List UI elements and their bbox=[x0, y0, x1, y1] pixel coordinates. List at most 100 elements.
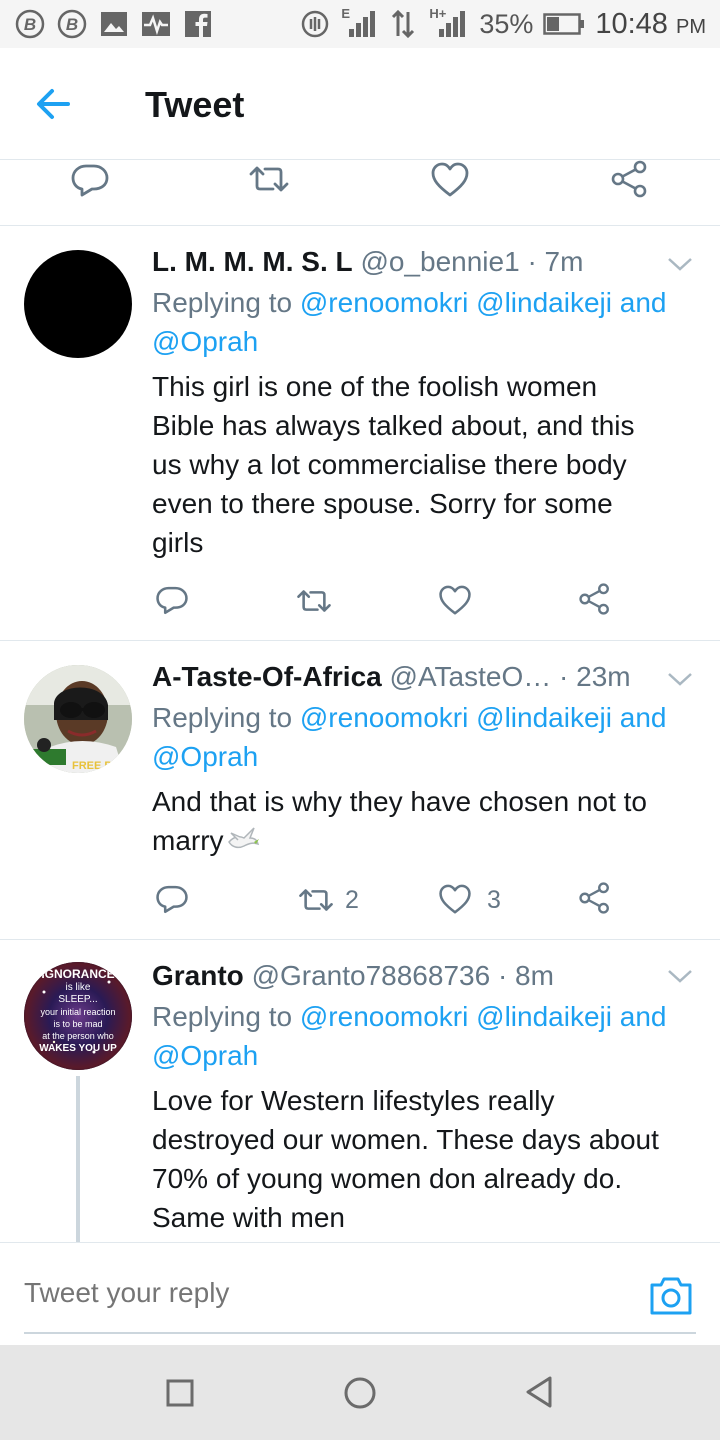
clock-time: 10:48 bbox=[595, 7, 668, 40]
back-triangle-icon[interactable] bbox=[524, 1375, 554, 1414]
user-name[interactable]: Granto bbox=[152, 960, 244, 991]
facebook-icon bbox=[182, 8, 214, 40]
avatar-text-line: your initial reaction bbox=[40, 1007, 115, 1017]
mention-link[interactable]: @lindaikeji bbox=[476, 702, 612, 733]
b-icon: B bbox=[56, 8, 88, 40]
reply-icon[interactable] bbox=[155, 584, 189, 621]
tweet-text: And that is why they have chosen not to … bbox=[152, 782, 702, 862]
like-count: 3 bbox=[487, 886, 501, 914]
and-others-link[interactable]: and bbox=[612, 702, 667, 733]
pulse-icon bbox=[140, 8, 172, 40]
avatar-badge-text: FREE BI bbox=[72, 760, 115, 772]
signal-icon: E bbox=[341, 6, 377, 40]
and-others-link[interactable]: and bbox=[612, 287, 667, 318]
mention-link[interactable]: @renoomokri bbox=[300, 287, 468, 318]
mention-link[interactable]: @lindaikeji bbox=[476, 1001, 612, 1032]
tweet-text-line: This girl is one of the foolish women bbox=[152, 371, 598, 402]
tweet-text-line: And that is why they have chosen not to bbox=[152, 786, 647, 817]
and-others-link[interactable]: and bbox=[612, 1001, 667, 1032]
user-name[interactable]: L. M. M. M. S. L bbox=[152, 246, 353, 277]
like-icon[interactable] bbox=[438, 585, 472, 621]
chevron-down-icon[interactable] bbox=[666, 669, 694, 689]
user-handle: @ATasteO… bbox=[389, 661, 552, 692]
tweet-header: A-Taste-Of-Africa @ATasteO… · 23m bbox=[152, 661, 631, 693]
clock: 10:48 PM bbox=[595, 8, 706, 41]
mention-link[interactable]: @lindaikeji bbox=[476, 287, 612, 318]
retweet-icon[interactable] bbox=[295, 588, 333, 619]
avatar[interactable]: IGNORANCE is like SLEEP... your initial … bbox=[24, 962, 132, 1070]
share-icon[interactable] bbox=[610, 160, 650, 203]
user-handle: @o_bennie1 bbox=[360, 246, 520, 277]
user-handle: @Granto78868736 bbox=[251, 960, 491, 991]
tweet-header: Granto @Granto78868736 · 8m bbox=[152, 960, 554, 992]
avatar-text-line: SLEEP... bbox=[58, 994, 97, 1005]
tweet-text-line: destroyed our women. These days about bbox=[152, 1124, 659, 1155]
chevron-down-icon[interactable] bbox=[666, 966, 694, 986]
tweet-text-line: marry bbox=[152, 821, 702, 862]
reply-tweet[interactable]: IGNORANCE is like SLEEP... your initial … bbox=[0, 940, 720, 1242]
replying-prefix: Replying to bbox=[152, 702, 300, 733]
image-icon bbox=[98, 8, 130, 40]
avatar-text-line: is like bbox=[65, 982, 90, 993]
avatar-text-line: WAKES YOU UP bbox=[39, 1043, 117, 1054]
mention-link[interactable]: @Oprah bbox=[152, 326, 258, 357]
like-icon[interactable] bbox=[430, 162, 470, 203]
chevron-down-icon[interactable] bbox=[666, 254, 694, 274]
avatar-text-line: is to be mad bbox=[53, 1019, 102, 1029]
avatar[interactable] bbox=[24, 250, 132, 358]
retweet-icon[interactable] bbox=[247, 164, 291, 199]
tweet-text-fragment: marry bbox=[152, 825, 224, 856]
replying-to: Replying to @renoomokri @lindaikeji and … bbox=[152, 698, 702, 776]
reply-tweet[interactable]: FREE BI A-Taste-Of-Africa @ATasteO… · 23… bbox=[0, 641, 720, 940]
replying-to: Replying to @renoomokri @lindaikeji and … bbox=[152, 283, 702, 361]
tweet-time: · 23m bbox=[559, 661, 631, 692]
battery-percent: 35% bbox=[479, 8, 534, 39]
replying-prefix: Replying to bbox=[152, 287, 300, 318]
reply-input[interactable] bbox=[24, 1277, 604, 1309]
retweet-icon[interactable] bbox=[297, 887, 335, 918]
tweet-text-line: us why a lot commercialise there body bbox=[152, 449, 627, 480]
reply-icon[interactable] bbox=[70, 162, 110, 203]
mention-link[interactable]: @Oprah bbox=[152, 1040, 258, 1071]
like-icon[interactable] bbox=[438, 884, 472, 920]
share-icon[interactable] bbox=[578, 881, 612, 920]
user-name[interactable]: A-Taste-Of-Africa bbox=[152, 661, 382, 692]
mention-link[interactable]: @Oprah bbox=[152, 741, 258, 772]
thread-line bbox=[76, 1076, 80, 1242]
network-type-label: H+ bbox=[429, 6, 447, 21]
replying-to: Replying to @renoomokri @lindaikeji and … bbox=[152, 997, 702, 1075]
status-bar: B B E H+ 35% 10:48 PM bbox=[0, 0, 720, 48]
avatar-text-line: at the person who bbox=[42, 1031, 114, 1041]
composer-underline bbox=[24, 1332, 696, 1334]
main-tweet-actions bbox=[0, 160, 720, 226]
mention-link[interactable]: @renoomokri bbox=[300, 702, 468, 733]
tweet-text-line: Same with men bbox=[152, 1202, 345, 1233]
recents-square-icon[interactable] bbox=[166, 1379, 194, 1412]
signal-icon: H+ bbox=[429, 6, 469, 40]
camera-icon[interactable] bbox=[648, 1275, 694, 1317]
tweet-text: This girl is one of the foolish women Bi… bbox=[152, 367, 702, 562]
back-arrow-icon[interactable] bbox=[30, 82, 78, 126]
home-circle-icon[interactable] bbox=[343, 1376, 377, 1415]
tweet-text-line: Love for Western lifestyles really bbox=[152, 1085, 555, 1116]
avatar[interactable]: FREE BI bbox=[24, 665, 132, 773]
data-transfer-icon bbox=[387, 8, 419, 40]
clock-ampm: PM bbox=[676, 15, 706, 38]
dove-emoji-icon bbox=[226, 823, 260, 862]
b-icon: B bbox=[14, 8, 46, 40]
tweet-text-line: 70% of young women don already do. bbox=[152, 1163, 623, 1194]
share-icon[interactable] bbox=[578, 582, 612, 621]
svg-text:B: B bbox=[24, 15, 36, 34]
network-type-label: E bbox=[341, 6, 350, 21]
data-saver-icon bbox=[299, 8, 331, 40]
android-nav-bar bbox=[0, 1345, 720, 1440]
tweet-text-line: even to there spouse. Sorry for some bbox=[152, 488, 613, 519]
avatar-text-line: IGNORANCE bbox=[41, 967, 114, 981]
tweet-time: · 7m bbox=[527, 246, 584, 277]
tweet-time: · 8m bbox=[497, 960, 554, 991]
mention-link[interactable]: @renoomokri bbox=[300, 1001, 468, 1032]
svg-text:B: B bbox=[66, 15, 78, 34]
reply-tweet[interactable]: L. M. M. M. S. L @o_bennie1 · 7m Replyin… bbox=[0, 226, 720, 641]
reply-icon[interactable] bbox=[155, 883, 189, 920]
tweet-text-line: Bible has always talked about, and this bbox=[152, 410, 635, 441]
